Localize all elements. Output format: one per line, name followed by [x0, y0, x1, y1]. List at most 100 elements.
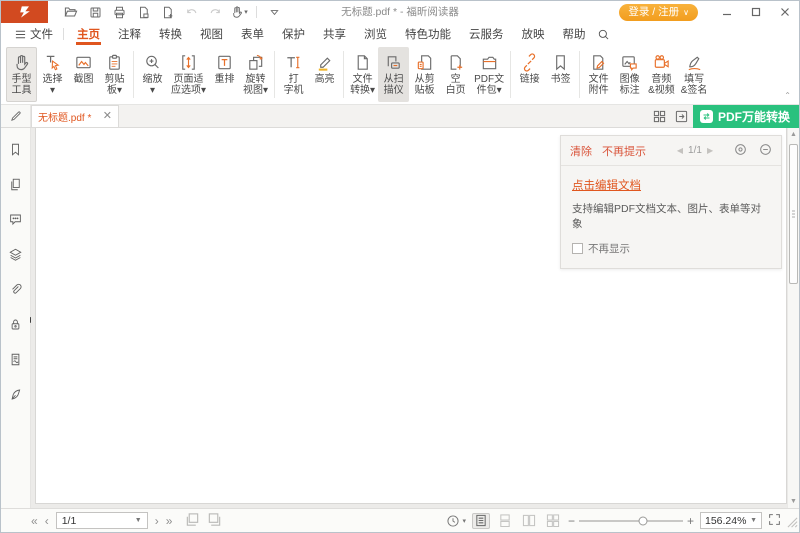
vertical-scrollbar[interactable]: ▲ ▼ — [787, 128, 799, 508]
select-tool-button[interactable]: 选择 ▾ — [37, 47, 68, 102]
document-tab[interactable]: 无标题.pdf * ✕ — [31, 105, 119, 127]
bookmark-tool-button[interactable]: 书签 — [545, 47, 576, 102]
notification-settings-icon[interactable] — [734, 143, 747, 159]
scroll-down-icon[interactable]: ▼ — [788, 495, 799, 508]
menu-tab-home[interactable]: 主页 — [68, 23, 109, 45]
blank-page-button[interactable]: 空 白页 — [440, 47, 471, 102]
undo-icon[interactable] — [180, 3, 202, 21]
attachments-panel-icon[interactable] — [7, 280, 25, 298]
security-panel-icon[interactable] — [7, 315, 25, 333]
zoom-slider-thumb[interactable] — [639, 516, 648, 525]
page-number-input[interactable]: 1/1 ▼ — [56, 512, 148, 529]
zoom-out-icon[interactable]: − — [568, 514, 575, 528]
search-icon[interactable] — [597, 28, 610, 41]
reflow-button[interactable]: 重排 — [209, 47, 240, 102]
single-page-view-icon[interactable] — [472, 513, 490, 529]
last-page-icon[interactable]: » — [166, 515, 173, 527]
menu-tab-cloud[interactable]: 云服务 — [460, 23, 513, 45]
prev-page-icon[interactable]: ‹ — [45, 515, 49, 527]
open-file-icon[interactable] — [60, 3, 82, 21]
previous-view-icon[interactable] — [185, 512, 200, 530]
zoom-dropdown-icon[interactable]: ▼ — [750, 517, 757, 524]
resize-grip[interactable] — [787, 517, 798, 531]
close-button[interactable] — [770, 1, 799, 23]
pages-panel-icon[interactable] — [7, 175, 25, 193]
pdf-portfolio-button[interactable]: PDF文 件包▾ — [471, 47, 507, 102]
page-dropdown-icon[interactable]: ▼ — [135, 517, 142, 524]
prev-notification-icon[interactable]: ◀ — [677, 146, 683, 155]
save-icon[interactable] — [84, 3, 106, 21]
clear-link[interactable]: 清除 — [570, 143, 592, 159]
tab-grid-view-icon[interactable] — [649, 105, 671, 127]
image-annotation-button[interactable]: 图像 标注 — [614, 47, 645, 102]
menu-tab-convert[interactable]: 转换 — [150, 23, 191, 45]
menu-tab-browse[interactable]: 浏览 — [355, 23, 396, 45]
first-page-icon[interactable]: « — [31, 515, 38, 527]
maximize-button[interactable] — [741, 1, 770, 23]
link-button[interactable]: 链接 — [514, 47, 545, 102]
signature-panel-icon[interactable] — [7, 385, 25, 403]
zoom-slider-track[interactable] — [579, 520, 683, 522]
print-icon[interactable] — [108, 3, 130, 21]
edit-pencil-icon[interactable] — [1, 105, 31, 127]
edit-document-link[interactable]: 点击编辑文档 — [572, 177, 641, 193]
new-document-icon[interactable] — [156, 3, 178, 21]
menu-tab-form[interactable]: 表单 — [232, 23, 273, 45]
no-prompt-link[interactable]: 不再提示 — [602, 143, 646, 159]
zoom-level-input[interactable]: 156.24% ▼ — [700, 512, 762, 529]
pdf-convert-button[interactable]: PDF万能转换 — [693, 105, 799, 128]
fullscreen-icon[interactable] — [768, 513, 781, 529]
export-file-icon[interactable] — [132, 3, 154, 21]
customize-toolbar-icon[interactable] — [263, 3, 285, 21]
menu-tab-help[interactable]: 帮助 — [554, 23, 595, 45]
highlight-button[interactable]: 高亮 — [309, 47, 340, 102]
tab-close-icon[interactable]: ✕ — [103, 111, 112, 122]
snapshot-button[interactable]: 截图 — [68, 47, 99, 102]
fill-sign-button[interactable]: 填写 &签名 — [678, 47, 711, 102]
from-clipboard-button[interactable]: 从剪 贴板 — [409, 47, 440, 102]
menu-tab-view[interactable]: 视图 — [191, 23, 232, 45]
scrollbar-thumb[interactable] — [789, 144, 798, 284]
zoom-slider[interactable]: − + — [568, 514, 694, 528]
menu-tab-present[interactable]: 放映 — [513, 23, 554, 45]
notification-minimize-icon[interactable] — [759, 143, 772, 159]
minimize-button[interactable] — [712, 1, 741, 23]
menu-file[interactable]: 文件 — [9, 23, 59, 45]
continuous-facing-view-icon[interactable] — [544, 513, 562, 529]
file-convert-button[interactable]: 文件 转换▾ — [347, 47, 378, 102]
fit-page-button[interactable]: 页面适 应选项▾ — [168, 47, 209, 102]
from-scanner-button[interactable]: 从扫 描仪 — [378, 47, 409, 102]
redo-icon[interactable] — [204, 3, 226, 21]
hand-tool-quick-icon[interactable]: ▾ — [228, 3, 250, 21]
zoom-in-icon[interactable]: + — [687, 514, 694, 528]
menu-tab-protect[interactable]: 保护 — [273, 23, 314, 45]
file-attachment-button[interactable]: 文件 附件 — [583, 47, 614, 102]
next-notification-icon[interactable]: ▶ — [707, 146, 713, 155]
bookmarks-panel-icon[interactable] — [7, 140, 25, 158]
menu-tab-share[interactable]: 共享 — [314, 23, 355, 45]
auto-scroll-icon[interactable]: ▾ — [446, 514, 466, 528]
layers-panel-icon[interactable] — [7, 245, 25, 263]
zoom-button[interactable]: 缩放 ▾ — [137, 47, 168, 102]
menu-tab-comment[interactable]: 注释 — [109, 23, 150, 45]
clipboard-button[interactable]: 剪贴 板▾ — [99, 47, 130, 102]
divider — [133, 51, 134, 98]
hand-tool-button[interactable]: 手型 工具 — [6, 47, 37, 102]
comments-panel-icon[interactable] — [7, 210, 25, 228]
scroll-up-icon[interactable]: ▲ — [788, 128, 799, 141]
next-page-icon[interactable]: › — [155, 515, 159, 527]
rotate-view-button[interactable]: 旋转 视图▾ — [240, 47, 271, 102]
continuous-view-icon[interactable] — [496, 513, 514, 529]
facing-view-icon[interactable] — [520, 513, 538, 529]
reflow-label: 重排 — [215, 74, 235, 85]
login-button[interactable]: 登录 / 注册 ∨ — [619, 4, 698, 21]
dont-show-checkbox[interactable] — [572, 243, 583, 254]
tab-list-view-icon[interactable] — [671, 105, 693, 127]
audio-video-button[interactable]: 音频 &视频 — [645, 47, 678, 102]
standards-panel-icon[interactable] — [7, 350, 25, 368]
collapse-toolbar-icon[interactable]: ⌃ — [784, 91, 791, 100]
document-area: ▲ ▼ 清除 不再提示 ◀ 1/1 ▶ — [31, 128, 799, 508]
menu-tab-features[interactable]: 特色功能 — [396, 23, 460, 45]
next-view-icon[interactable] — [207, 512, 222, 530]
typewriter-button[interactable]: 打 字机 — [278, 47, 309, 102]
